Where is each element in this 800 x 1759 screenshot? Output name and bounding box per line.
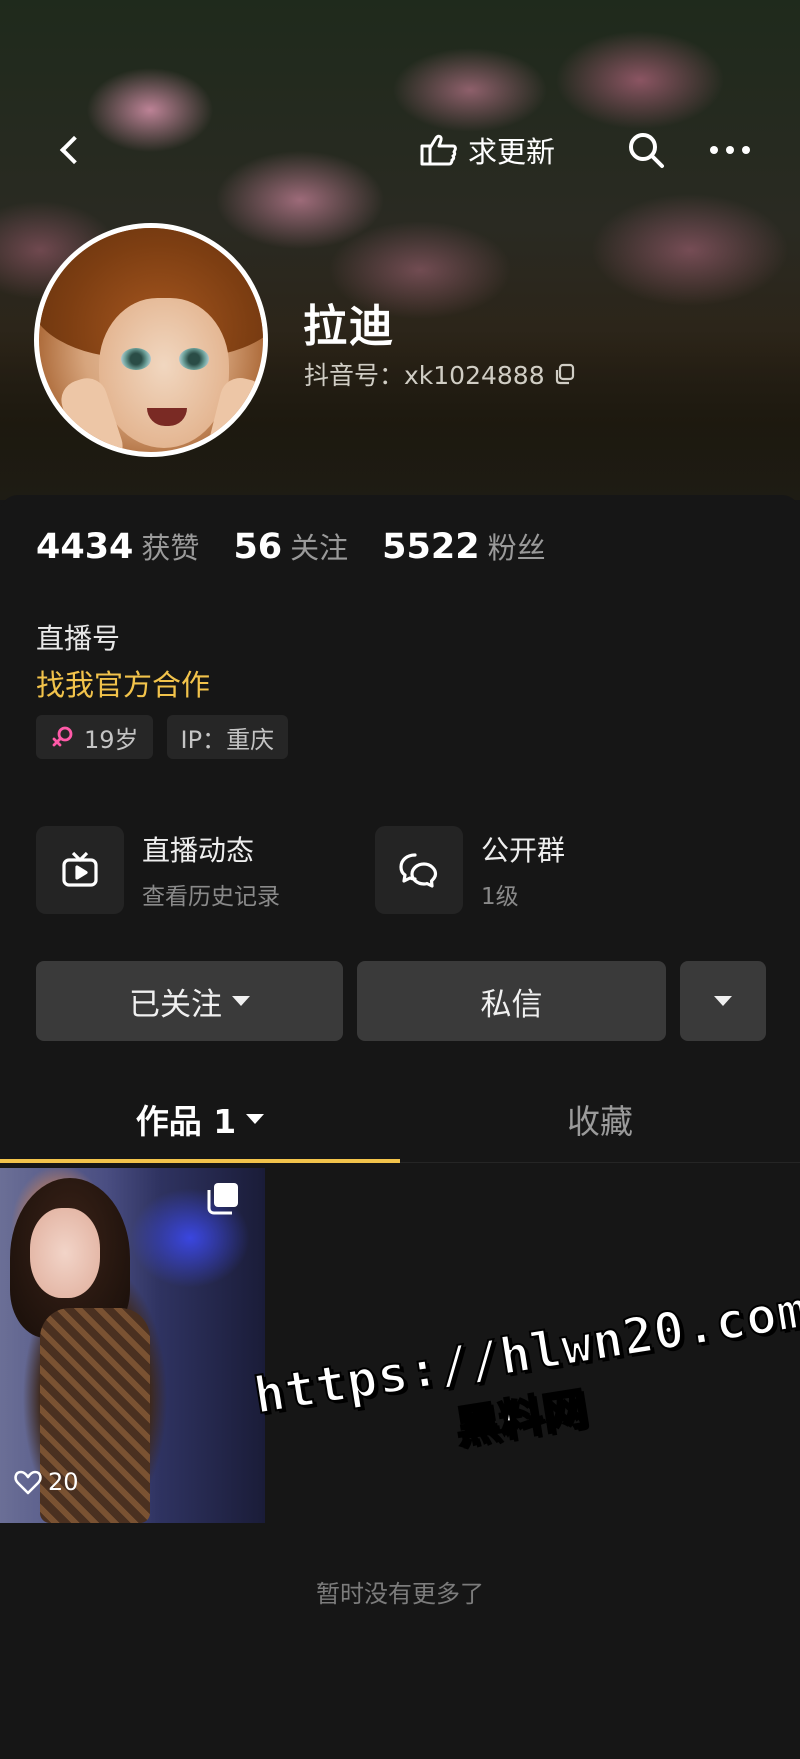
more-options-button[interactable]	[706, 128, 754, 172]
pointing-hand-icon	[420, 134, 457, 166]
stat-following[interactable]: 56 关注	[233, 525, 348, 567]
caret-down-icon	[232, 996, 250, 1006]
video-thumbnail[interactable]: 20	[0, 1168, 265, 1523]
feature-entries: 直播动态 查看历史记录 公开群 1级	[36, 825, 776, 915]
caret-down-icon	[246, 1114, 265, 1124]
group-entry-title: 公开群	[481, 834, 566, 867]
back-button[interactable]	[50, 128, 90, 172]
more-dot-icon	[742, 146, 750, 154]
avatar[interactable]	[34, 223, 268, 457]
stat-label: 粉丝	[487, 531, 546, 565]
search-icon[interactable]	[624, 128, 668, 172]
more-dot-icon	[710, 146, 718, 154]
ip-location-tag: IP：重庆	[166, 715, 289, 759]
video-like-count: 20	[14, 1468, 79, 1496]
profile-nickname: 拉迪	[303, 301, 395, 352]
active-tab-indicator	[0, 1159, 400, 1163]
chevron-left-icon	[59, 135, 89, 165]
live-icon-box	[36, 826, 124, 914]
female-icon	[52, 726, 73, 747]
age-text: 19岁	[84, 725, 139, 754]
bio-line: 直播号	[36, 622, 121, 655]
multi-image-icon	[207, 1183, 238, 1215]
avatar-eye	[179, 348, 209, 370]
avatar-eye	[121, 348, 151, 370]
content-tabs: 作品 1 收藏	[0, 1075, 800, 1163]
copy-icon[interactable]	[553, 362, 577, 386]
message-label: 私信	[480, 986, 543, 1023]
stat-label: 关注	[290, 531, 349, 565]
thumbnail-face	[30, 1208, 100, 1298]
stat-followers[interactable]: 5522 粉丝	[382, 525, 545, 567]
followed-label: 已关注	[129, 986, 222, 1023]
stat-label: 获赞	[141, 531, 200, 565]
group-entry-subtitle: 1级	[481, 884, 519, 910]
group-icon-box	[375, 826, 463, 914]
more-dot-icon	[726, 146, 734, 154]
caret-down-icon	[714, 996, 732, 1006]
bio-cooperation-link[interactable]: 找我官方合作	[36, 662, 210, 704]
ip-location-text: IP：重庆	[180, 725, 275, 754]
followed-button[interactable]: 已关注	[36, 961, 343, 1041]
tab-favorites-label: 收藏	[567, 1102, 633, 1141]
action-buttons: 已关注 私信	[36, 961, 766, 1041]
like-count-text: 20	[48, 1468, 79, 1496]
stat-value: 4434	[36, 527, 134, 567]
more-actions-dropdown[interactable]	[680, 961, 766, 1041]
group-chat-icon	[399, 853, 438, 888]
stat-value: 56	[233, 527, 283, 567]
stats-row: 4434 获赞 56 关注 5522 粉丝	[36, 525, 546, 567]
stat-likes[interactable]: 4434 获赞	[36, 525, 199, 567]
request-update-label: 求更新	[468, 135, 556, 169]
profile-tags: 19岁 IP：重庆	[36, 715, 289, 759]
profile-content: 4434 获赞 56 关注 5522 粉丝 直播号 找我官方合作 19岁 IP：…	[0, 495, 800, 1759]
live-entry-subtitle: 查看历史记录	[142, 884, 280, 910]
tab-favorites[interactable]: 收藏	[400, 1075, 800, 1163]
tab-works-label: 作品 1	[135, 1102, 237, 1141]
tab-works[interactable]: 作品 1	[0, 1075, 400, 1163]
live-history-entry[interactable]: 直播动态 查看历史记录	[36, 825, 280, 915]
heart-icon	[14, 1470, 42, 1495]
douyin-id[interactable]: 抖音号：xk1024888	[304, 356, 577, 392]
age-tag: 19岁	[36, 715, 153, 759]
public-group-entry[interactable]: 公开群 1级	[375, 825, 565, 915]
request-update-button[interactable]: 求更新	[416, 130, 555, 170]
no-more-content-text: 暂时没有更多了	[316, 1580, 484, 1608]
live-entry-title: 直播动态	[142, 834, 255, 867]
douyin-id-text: 抖音号：xk1024888	[304, 361, 545, 390]
top-bar: 求更新	[0, 110, 800, 190]
message-button[interactable]: 私信	[357, 961, 666, 1041]
tv-icon	[62, 851, 98, 887]
stat-value: 5522	[382, 527, 480, 567]
